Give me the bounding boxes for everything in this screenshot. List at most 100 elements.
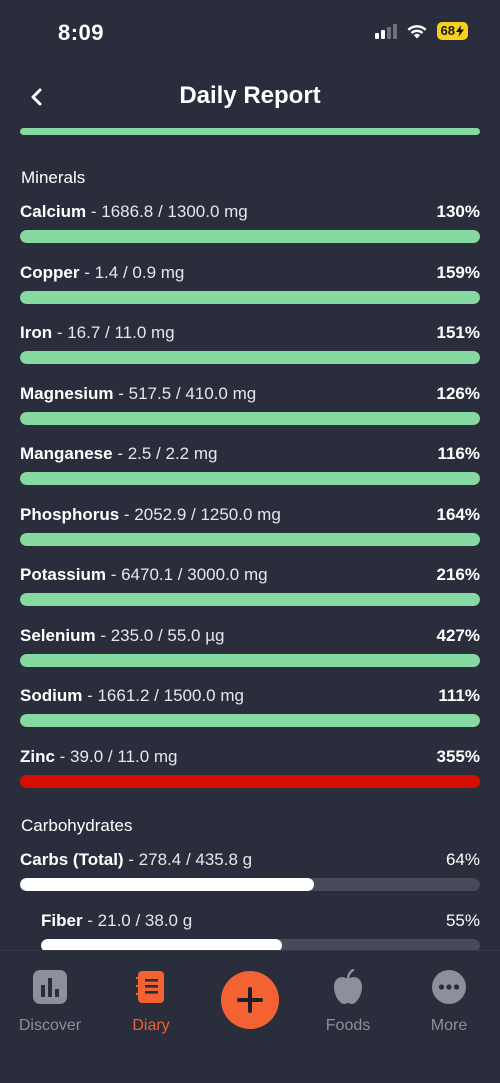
nutrient-amount: - 1.4 / 0.9 mg bbox=[79, 262, 185, 282]
nutrient-row[interactable]: Magnesium - 517.5 / 410.0 mg 126% bbox=[20, 383, 480, 425]
status-indicators: 68 bbox=[374, 22, 468, 40]
progress-track bbox=[20, 878, 480, 891]
nutrient-row[interactable]: Carbs (Total) - 278.4 / 435.8 g 64% bbox=[20, 850, 480, 891]
nutrient-amount: - 39.0 / 11.0 mg bbox=[54, 746, 178, 766]
progress-fill bbox=[20, 593, 480, 606]
tab-more[interactable]: More bbox=[404, 969, 494, 1035]
nutrient-row[interactable]: Zinc - 39.0 / 11.0 mg 355% bbox=[20, 746, 480, 788]
progress-track bbox=[20, 774, 480, 788]
nutrient-row[interactable]: Calcium - 1686.8 / 1300.0 mg 130% bbox=[20, 202, 480, 243]
previous-progress-bar bbox=[20, 128, 480, 135]
progress-track bbox=[20, 230, 480, 243]
tab-discover[interactable]: Discover bbox=[5, 969, 95, 1035]
nutrient-row[interactable]: Copper - 1.4 / 0.9 mg 159% bbox=[20, 262, 480, 304]
nutrient-name: Phosphorus bbox=[20, 504, 120, 524]
report-scroll-area[interactable]: Minerals Calcium - 1686.8 / 1300.0 mg 130… bbox=[0, 118, 500, 950]
nutrient-label: Zinc - 39.0 / 11.0 mg bbox=[20, 747, 480, 767]
progress-fill bbox=[20, 653, 480, 667]
progress-track bbox=[20, 714, 480, 727]
nutrient-label: Manganese - 2.5 / 2.2 mg bbox=[20, 444, 480, 464]
tab-diary[interactable]: Diary bbox=[106, 969, 196, 1035]
progress-fill bbox=[20, 472, 480, 485]
charging-bolt-icon bbox=[456, 25, 464, 37]
nutrient-amount: - 1661.2 / 1500.0 mg bbox=[82, 686, 244, 705]
tab-more-label: More bbox=[430, 1017, 468, 1034]
nutrient-label: Magnesium - 517.5 / 410.0 mg bbox=[20, 384, 480, 404]
nutrient-percent: 164% bbox=[436, 504, 480, 524]
nutrient-percent: 216% bbox=[436, 565, 480, 584]
nutrient-row[interactable]: Phosphorus - 2052.9 / 1250.0 mg 164% bbox=[20, 504, 480, 546]
nutrient-label: Fiber - 21.0 / 38.0 g bbox=[41, 911, 480, 931]
nutrient-name: Iron bbox=[20, 323, 53, 342]
nutrient-label: Calcium - 1686.8 / 1300.0 mg bbox=[20, 202, 480, 222]
nutrient-amount: - 2052.9 / 1250.0 mg bbox=[119, 504, 281, 524]
section-title-minerals: Minerals bbox=[21, 168, 86, 187]
progress-track bbox=[20, 532, 480, 546]
tab-foods-label: Foods bbox=[325, 1017, 371, 1034]
nutrient-label: Potassium - 6470.1 / 3000.0 mg bbox=[20, 565, 480, 585]
nutrient-name: Zinc bbox=[20, 746, 55, 766]
nutrient-percent: 355% bbox=[436, 746, 480, 766]
progress-track bbox=[20, 653, 480, 667]
progress-fill bbox=[20, 411, 480, 425]
progress-track bbox=[41, 938, 480, 950]
nutrient-name: Selenium bbox=[20, 625, 96, 645]
nutrient-row[interactable]: Selenium - 235.0 / 55.0 µg 427% bbox=[20, 625, 480, 667]
nutrient-name: Sodium bbox=[20, 686, 83, 705]
more-dots-icon bbox=[432, 970, 466, 1004]
nutrient-label: Selenium - 235.0 / 55.0 µg bbox=[20, 626, 480, 646]
nutrient-amount: - 517.5 / 410.0 mg bbox=[113, 383, 257, 403]
nutrient-label: Copper - 1.4 / 0.9 mg bbox=[20, 263, 480, 283]
wifi-icon bbox=[407, 25, 427, 39]
nutrient-percent: 151% bbox=[436, 323, 480, 342]
tab-discover-label: Discover bbox=[18, 1017, 82, 1034]
nutrient-percent: 55% bbox=[445, 910, 480, 930]
bottom-tab-bar: Discover Diary Foods More bbox=[0, 950, 500, 1083]
nutrient-percent: 111% bbox=[438, 686, 480, 705]
nutrient-amount: - 278.4 / 435.8 g bbox=[123, 850, 253, 869]
progress-fill bbox=[41, 938, 283, 950]
nutrient-row[interactable]: Iron - 16.7 / 11.0 mg 151% bbox=[20, 323, 480, 364]
nutrient-row[interactable]: Potassium - 6470.1 / 3000.0 mg 216% bbox=[20, 565, 480, 606]
nutrient-name: Copper bbox=[20, 262, 80, 282]
progress-fill bbox=[20, 230, 480, 243]
nutrient-percent: 130% bbox=[436, 202, 480, 221]
nutrient-name: Magnesium bbox=[20, 383, 114, 403]
nutrient-row[interactable]: Fiber - 21.0 / 38.0 g 55% bbox=[41, 910, 480, 950]
progress-track bbox=[20, 472, 480, 485]
nutrient-amount: - 21.0 / 38.0 g bbox=[82, 910, 193, 930]
tab-foods[interactable]: Foods bbox=[303, 969, 393, 1035]
nutrient-percent: 126% bbox=[436, 383, 480, 403]
progress-fill bbox=[20, 290, 480, 304]
nutrient-name: Fiber bbox=[41, 910, 83, 930]
tab-diary-label: Diary bbox=[132, 1017, 170, 1034]
nutrient-row[interactable]: Manganese - 2.5 / 2.2 mg 116% bbox=[20, 444, 480, 485]
nutrient-row[interactable]: Sodium - 1661.2 / 1500.0 mg 111% bbox=[20, 686, 480, 727]
progress-fill bbox=[20, 878, 315, 891]
nutrient-amount: - 2.5 / 2.2 mg bbox=[112, 444, 218, 463]
status-time: 8:09 bbox=[58, 20, 105, 45]
progress-fill bbox=[20, 351, 480, 364]
nutrient-name: Potassium bbox=[20, 565, 106, 584]
nutrient-label: Iron - 16.7 / 11.0 mg bbox=[20, 323, 480, 343]
nutrient-percent: 64% bbox=[445, 850, 480, 869]
page-title: Daily Report bbox=[179, 82, 321, 109]
nutrient-amount: - 1686.8 / 1300.0 mg bbox=[86, 202, 248, 221]
progress-fill bbox=[20, 532, 480, 546]
progress-fill bbox=[20, 714, 480, 727]
progress-track bbox=[20, 351, 480, 364]
nutrient-name: Calcium bbox=[20, 202, 87, 221]
nutrient-percent: 427% bbox=[436, 625, 480, 645]
add-entry-button[interactable] bbox=[221, 971, 279, 1029]
nutrient-name: Manganese bbox=[20, 444, 113, 463]
cellular-signal-icon bbox=[374, 23, 397, 39]
battery-level: 68 bbox=[440, 23, 455, 38]
progress-track bbox=[20, 593, 480, 606]
nutrient-percent: 159% bbox=[436, 262, 480, 282]
progress-track bbox=[20, 411, 480, 425]
apple-icon bbox=[334, 969, 362, 1004]
progress-fill bbox=[20, 774, 480, 788]
battery-indicator: 68 bbox=[436, 22, 468, 40]
nutrient-label: Carbs (Total) - 278.4 / 435.8 g bbox=[20, 850, 480, 870]
nutrient-name: Carbs (Total) bbox=[20, 850, 124, 869]
